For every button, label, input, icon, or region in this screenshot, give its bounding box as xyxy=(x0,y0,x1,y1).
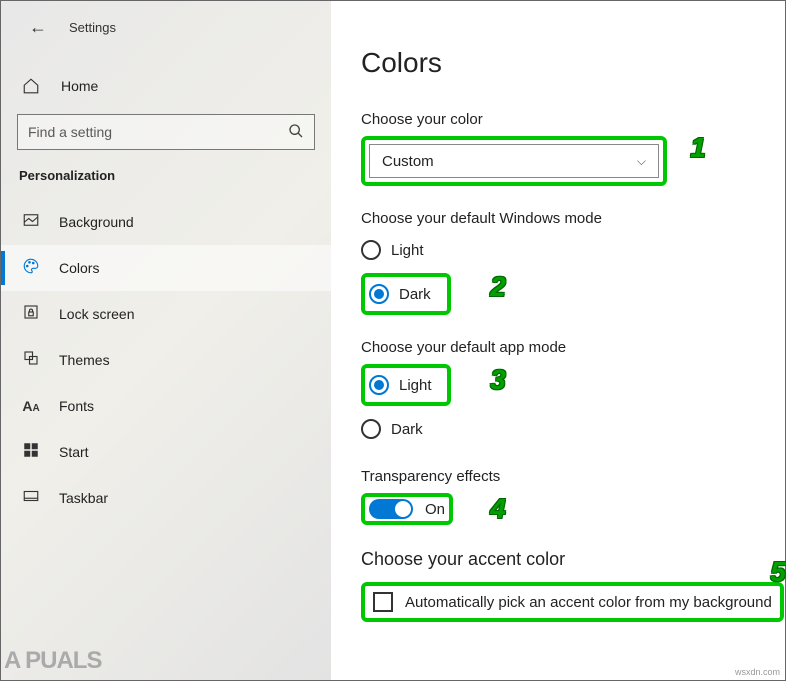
radio-label: Light xyxy=(391,242,424,259)
toggle-label: On xyxy=(425,501,445,518)
settings-window: ← Settings Home Find a setting Personali… xyxy=(0,0,786,681)
app-mode-group: Choose your default app mode Light 3 Dar… xyxy=(361,339,785,444)
dropdown-value: Custom xyxy=(382,153,434,170)
app-mode-dark-row[interactable]: Dark xyxy=(361,414,785,444)
sidebar-item-label: Themes xyxy=(59,352,110,368)
sidebar-item-label: Taskbar xyxy=(59,490,108,506)
home-icon xyxy=(21,76,41,96)
radio-checked-icon xyxy=(369,284,389,304)
choose-color-label: Choose your color xyxy=(361,111,785,128)
windows-mode-label: Choose your default Windows mode xyxy=(361,210,785,227)
sidebar-item-lockscreen[interactable]: Lock screen xyxy=(1,291,331,337)
taskbar-icon xyxy=(21,487,41,510)
lock-screen-icon xyxy=(21,303,41,326)
start-icon xyxy=(21,441,41,464)
toggle-on-icon xyxy=(369,499,413,519)
accent-header: Choose your accent color xyxy=(361,549,785,570)
image-icon xyxy=(21,211,41,234)
windows-mode-light-row[interactable]: Light xyxy=(361,235,785,265)
nav-list: Background Colors Lock screen Themes xyxy=(1,199,331,521)
chevron-down-icon: ⌵ xyxy=(637,154,646,169)
transparency-group: Transparency effects On 4 xyxy=(361,468,785,525)
sidebar-item-label: Colors xyxy=(59,260,99,276)
radio-checked-icon xyxy=(369,375,389,395)
radio-label: Dark xyxy=(399,286,431,303)
home-nav[interactable]: Home xyxy=(1,66,331,106)
checkbox-icon xyxy=(373,592,393,612)
windows-mode-group: Choose your default Windows mode Light D… xyxy=(361,210,785,315)
sidebar-item-label: Lock screen xyxy=(59,306,134,322)
watermark-appuals: A PUALS xyxy=(4,647,101,675)
palette-icon xyxy=(21,257,41,280)
search-placeholder: Find a setting xyxy=(28,124,112,140)
radio-label: Light xyxy=(399,377,432,394)
search-icon xyxy=(288,123,304,142)
choose-color-group: Choose your color Custom ⌵ 1 xyxy=(361,111,785,186)
sidebar-item-taskbar[interactable]: Taskbar xyxy=(1,475,331,521)
sidebar-item-start[interactable]: Start xyxy=(1,429,331,475)
transparency-label: Transparency effects xyxy=(361,468,785,485)
accent-color-group: Choose your accent color Automatically p… xyxy=(361,549,785,622)
titlebar: ← Settings xyxy=(1,13,331,48)
accent-auto-row[interactable]: Automatically pick an accent color from … xyxy=(373,592,772,612)
radio-label: Dark xyxy=(391,421,423,438)
checkbox-label: Automatically pick an accent color from … xyxy=(405,594,772,611)
annotation-1: 1 xyxy=(681,129,715,167)
fonts-icon: AA xyxy=(21,398,41,414)
sidebar-item-colors[interactable]: Colors xyxy=(1,245,331,291)
choose-color-dropdown[interactable]: Custom ⌵ xyxy=(369,144,659,178)
home-label: Home xyxy=(61,78,98,94)
page-title: Colors xyxy=(361,47,785,79)
windows-mode-dark-row[interactable]: Dark xyxy=(369,279,431,309)
transparency-toggle-row[interactable]: On xyxy=(369,499,445,519)
window-title: Settings xyxy=(69,20,116,35)
annotation-3: 3 xyxy=(481,361,515,399)
sidebar: ← Settings Home Find a setting Personali… xyxy=(1,1,331,680)
sidebar-item-label: Start xyxy=(59,444,89,460)
radio-icon xyxy=(361,240,381,260)
annotation-2: 2 xyxy=(481,268,515,306)
app-mode-label: Choose your default app mode xyxy=(361,339,785,356)
sidebar-item-label: Background xyxy=(59,214,134,230)
section-header: Personalization xyxy=(1,168,331,193)
sidebar-item-fonts[interactable]: AA Fonts xyxy=(1,383,331,429)
sidebar-item-themes[interactable]: Themes xyxy=(1,337,331,383)
watermark-wsxdn: wsxdn.com xyxy=(735,667,780,677)
annotation-4: 4 xyxy=(481,490,515,528)
annotation-5: 5 xyxy=(761,553,786,591)
back-arrow-icon[interactable]: ← xyxy=(29,17,47,38)
sidebar-item-background[interactable]: Background xyxy=(1,199,331,245)
search-input[interactable]: Find a setting xyxy=(17,114,315,150)
app-mode-light-row[interactable]: Light xyxy=(369,370,432,400)
sidebar-item-label: Fonts xyxy=(59,398,94,414)
main-panel: Colors Choose your color Custom ⌵ 1 Choo… xyxy=(331,1,785,680)
themes-icon xyxy=(21,349,41,372)
radio-icon xyxy=(361,419,381,439)
